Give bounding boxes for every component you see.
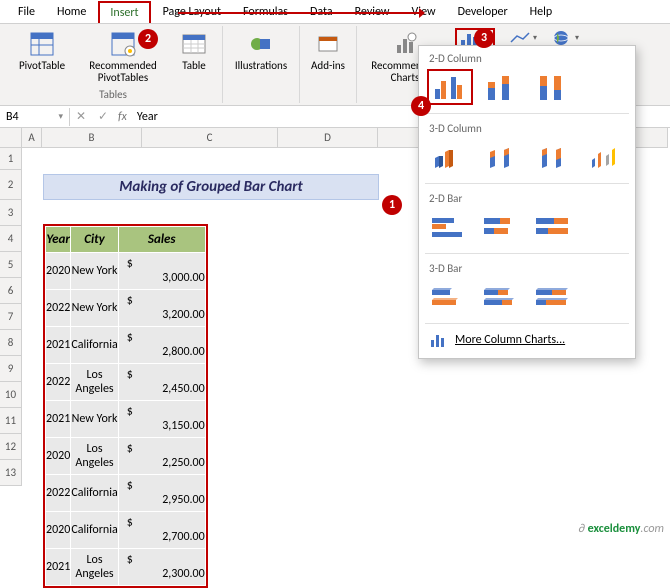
3d-100-stacked-column-option[interactable] [531,139,577,175]
more-column-charts[interactable]: More Column Charts... [419,326,635,354]
table-row[interactable]: 2021New York$3,150.00 [46,401,206,438]
section-3d-column: 3-D Column [419,116,635,137]
name-box[interactable]: B4 ▾ [0,108,70,126]
table-row[interactable]: 2022California$2,950.00 [46,475,206,512]
menu-tab-help[interactable]: Help [520,2,563,22]
row-header[interactable]: 1 [0,148,22,170]
menu-tab-file[interactable]: File [8,2,45,22]
table-row[interactable]: 2020California$2,700.00 [46,512,206,549]
ribbon-group-tables-label: Tables [99,86,127,101]
table-icon [180,30,208,58]
table-row[interactable]: 2022Los Angeles$2,450.00 [46,364,206,401]
pivottable-icon [28,30,56,58]
menu-tab-insert[interactable]: Insert [98,1,150,23]
3d-stacked-bar-option[interactable] [479,279,525,315]
chart-type-dropdown: 2-D Column 3-D Column 2-D Bar 3-D Bar Mo… [418,45,636,359]
addins-icon [314,30,342,58]
pivottable-button[interactable]: PivotTable [10,28,74,74]
select-all-cell[interactable] [0,128,22,148]
table-header: Year [46,227,71,253]
clustered-column-option[interactable] [427,69,473,105]
column-header[interactable]: A [22,128,42,148]
row-header[interactable]: 6 [0,278,22,304]
ribbon-group-illustrations: Illustrations [223,26,300,103]
row-header[interactable]: 13 [0,460,22,486]
menu-tab-home[interactable]: Home [47,2,96,22]
addins-button[interactable]: Add-ins [306,28,350,74]
column-header[interactable]: C [142,128,278,148]
watermark: ∂ exceldemy.com [579,522,665,536]
table-header: Sales [118,227,205,253]
recommended-charts-icon [391,30,419,58]
row-header[interactable]: 8 [0,330,22,356]
annotation-arrow [178,12,424,14]
table-row[interactable]: 2022New York$3,200.00 [46,290,206,327]
section-2d-column: 2-D Column [419,46,635,67]
table-row[interactable]: 2021Los Angeles$2,300.00 [46,549,206,586]
row-header[interactable]: 7 [0,304,22,330]
row-header[interactable]: 12 [0,434,22,460]
row-header[interactable]: 2 [0,170,22,200]
ribbon-group-tables: PivotTable Recommended PivotTables Table… [4,26,223,103]
table-row[interactable]: 2020New York$3,000.00 [46,253,206,290]
100-stacked-column-option[interactable] [531,69,577,105]
recommended-pivottables-label: Recommended PivotTables [89,60,156,84]
step-badge-1: 1 [382,195,402,215]
3d-clustered-column-option[interactable] [427,139,473,175]
recommended-pivottables-icon [109,30,137,58]
table-button[interactable]: Table [172,28,216,74]
row-header[interactable]: 10 [0,382,22,408]
section-3d-bar: 3-D Bar [419,256,635,277]
menu-tab-developer[interactable]: Developer [448,2,518,22]
step-badge-3: 3 [474,28,494,48]
globe-icon [551,30,573,46]
3d-100-stacked-bar-option[interactable] [531,279,577,315]
3d-column-option[interactable] [583,139,629,175]
100-stacked-bar-option[interactable] [531,209,577,245]
column-chart-icon [429,332,447,348]
step-badge-4: 4 [411,96,431,116]
row-header[interactable]: 11 [0,408,22,434]
table-header: City [71,227,118,253]
section-2d-bar: 2-D Bar [419,186,635,207]
column-header[interactable]: D [278,128,378,148]
row-headers: 12345678910111213 [0,148,22,486]
pivottable-label: PivotTable [19,60,65,72]
illustrations-label: Illustrations [235,60,287,72]
illustrations-button[interactable]: Illustrations [229,28,293,74]
name-box-caret-icon: ▾ [58,111,63,122]
3d-stacked-column-option[interactable] [479,139,525,175]
row-header[interactable]: 4 [0,226,22,252]
row-header[interactable]: 5 [0,252,22,278]
stacked-bar-option[interactable] [479,209,525,245]
fx-icon[interactable]: fx [114,110,131,124]
table-label: Table [182,60,206,72]
table-row[interactable]: 2020Los Angeles$2,250.00 [46,438,206,475]
formula-enter-icon: ✓ [92,109,114,124]
row-header[interactable]: 9 [0,356,22,382]
formula-cancel-icon: ✕ [70,109,92,124]
step-badge-2: 2 [138,29,158,49]
table-row[interactable]: 2021California$2,800.00 [46,327,206,364]
column-header[interactable]: B [42,128,142,148]
row-header[interactable]: 3 [0,200,22,226]
more-column-charts-label: More Column Charts... [455,333,565,347]
name-box-value: B4 [6,110,19,124]
sheet-title: Making of Grouped Bar Chart [43,174,379,200]
illustrations-icon [247,30,275,58]
addins-label: Add-ins [311,60,345,72]
stacked-column-option[interactable] [479,69,525,105]
ribbon-group-addins: Add-ins [300,26,357,103]
clustered-bar-option[interactable] [427,209,473,245]
data-table[interactable]: YearCitySales2020New York$3,000.002022Ne… [43,224,208,588]
3d-clustered-bar-option[interactable] [427,279,473,315]
